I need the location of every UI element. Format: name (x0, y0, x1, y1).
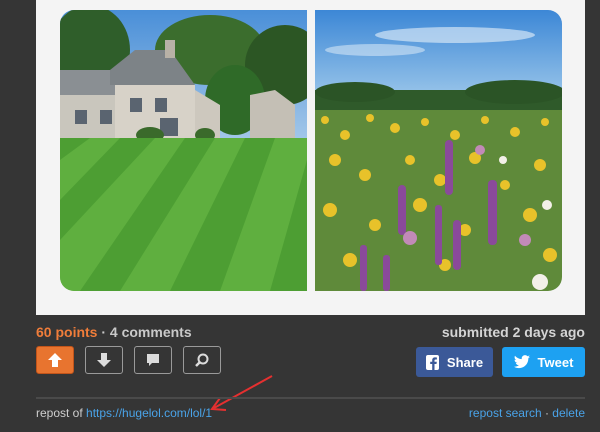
post-image-card (36, 0, 585, 315)
comment-icon (147, 354, 159, 366)
twitter-bird-icon (513, 355, 530, 369)
facebook-share-label: Share (446, 354, 484, 370)
repost-prefix: repost of (36, 406, 87, 420)
facebook-icon (425, 354, 439, 370)
downvote-button[interactable] (85, 346, 123, 374)
comment-button[interactable] (134, 346, 172, 374)
post-meta: 60 points · 4 comments submitted 2 days … (36, 324, 585, 342)
points-count: 60 points (36, 324, 98, 340)
footer-separator: · (541, 406, 553, 420)
arrow-up-icon (48, 353, 62, 367)
zoom-icon (195, 353, 209, 367)
twitter-tweet-label: Tweet (537, 354, 574, 370)
submitted-time: submitted 2 days ago (441, 324, 585, 340)
meta-separator: · (97, 324, 110, 340)
repost-source-link[interactable]: https://hugelol.com/lol/1 (86, 406, 212, 420)
arrow-down-icon (97, 353, 111, 367)
footer-divider (36, 397, 585, 399)
repost-search-link[interactable]: repost search (469, 406, 542, 420)
lawn-photo (60, 10, 307, 291)
twitter-tweet-button[interactable]: Tweet (502, 347, 585, 377)
upvote-button[interactable] (36, 346, 74, 374)
comments-link[interactable]: 4 comments (110, 324, 192, 340)
post-footer: repost of https://hugelol.com/lol/1 repo… (36, 406, 585, 420)
delete-link[interactable]: delete (552, 406, 585, 420)
facebook-share-button[interactable]: Share (416, 347, 493, 377)
wildflower-photo (315, 10, 562, 291)
footer-actions: repost search · delete (469, 406, 585, 420)
